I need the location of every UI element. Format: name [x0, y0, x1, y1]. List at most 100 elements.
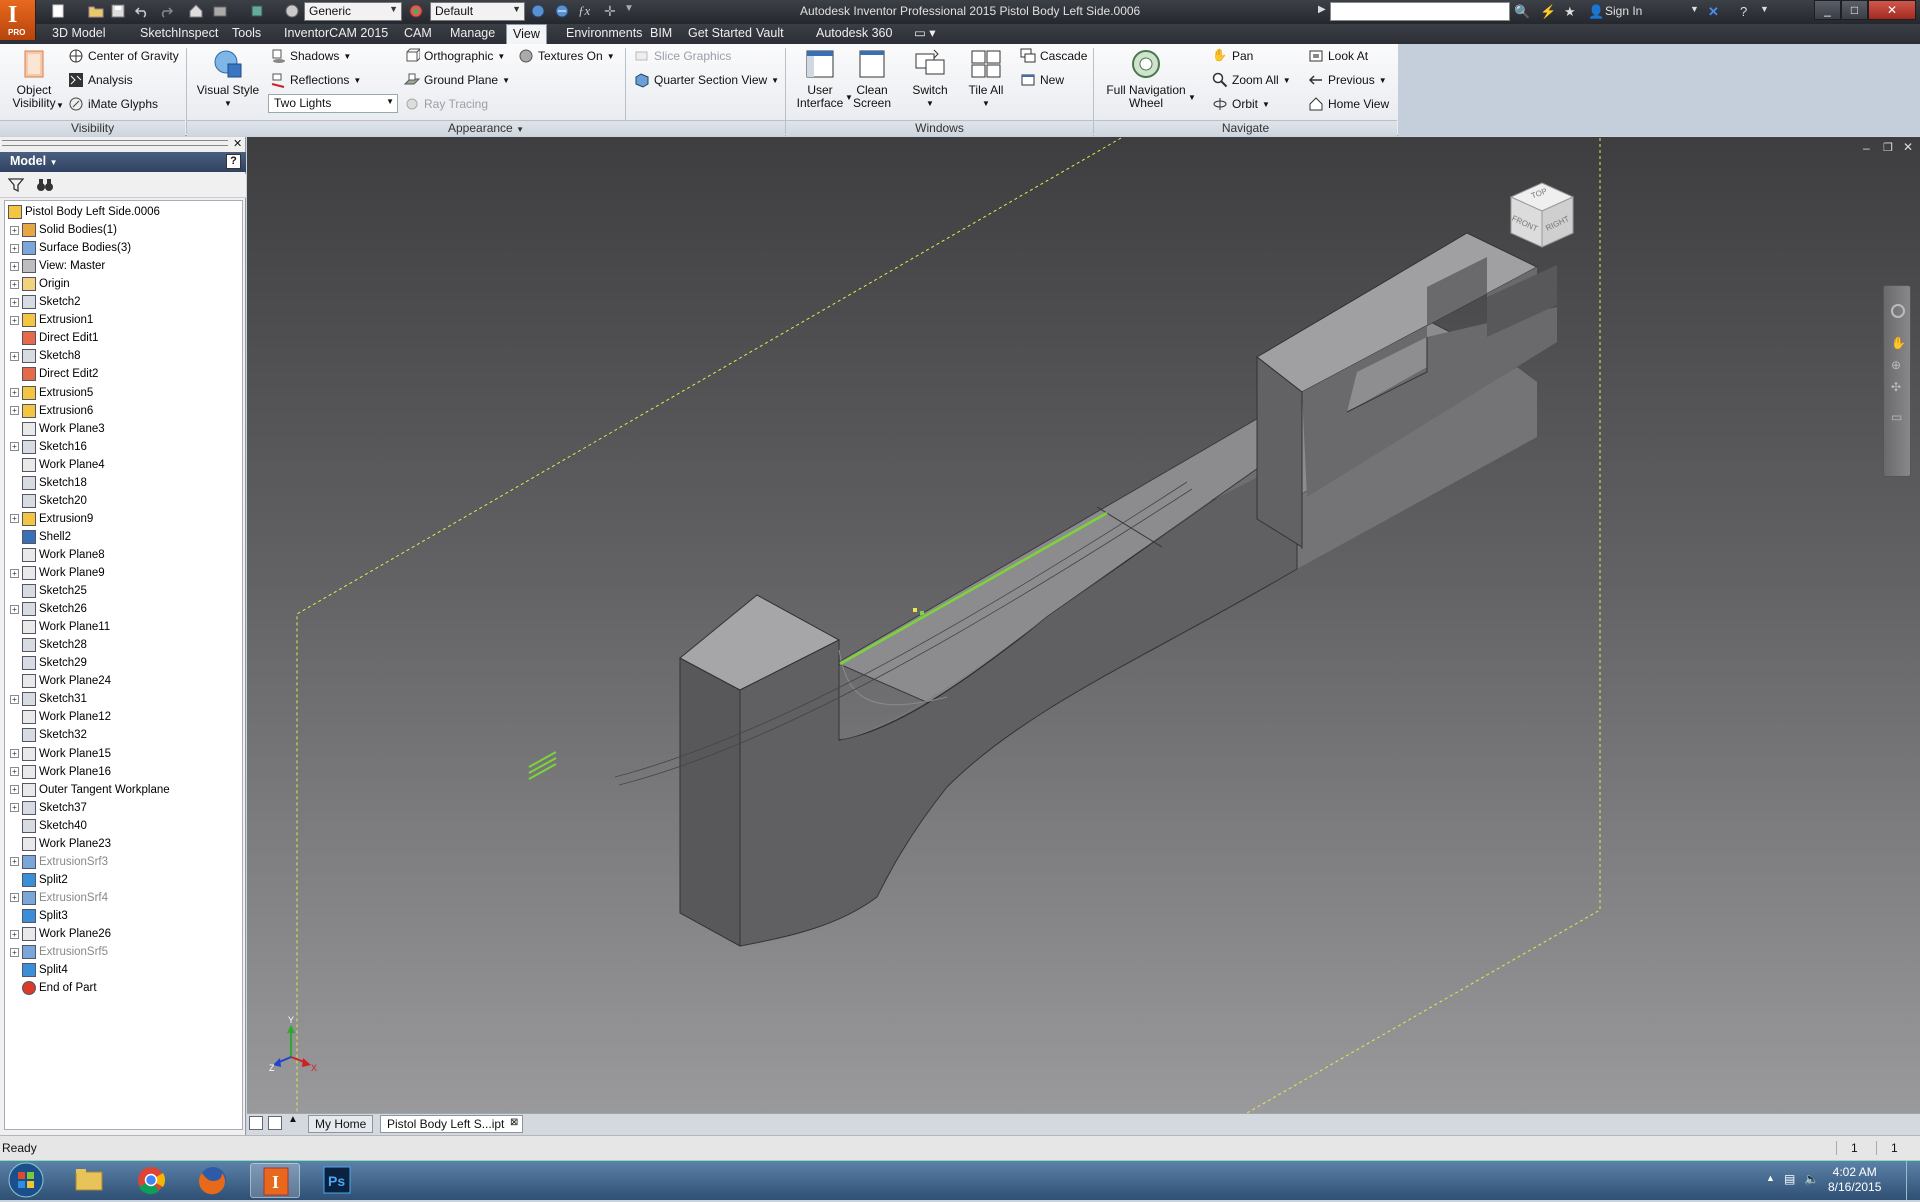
chrome-icon[interactable]: [126, 1163, 176, 1198]
home-icon[interactable]: [188, 3, 204, 19]
nav-pan-icon[interactable]: ✋: [1891, 336, 1906, 350]
expand-icon[interactable]: +: [10, 514, 19, 524]
cascade-windows-icon[interactable]: [268, 1116, 282, 1130]
tile-all-dropdown-icon[interactable]: ▼: [964, 97, 1008, 110]
tree-node[interactable]: Sketch28: [5, 636, 87, 654]
switch-dropdown-icon[interactable]: ▼: [910, 97, 950, 110]
sign-in-link[interactable]: Sign In: [1605, 4, 1642, 18]
expand-icon[interactable]: +: [10, 785, 19, 795]
help-dropdown-icon[interactable]: ▼: [1760, 4, 1769, 14]
tree-node[interactable]: Sketch40: [5, 817, 87, 835]
pan-button[interactable]: ✋ Pan: [1212, 46, 1253, 66]
previous-view-button[interactable]: Previous ▼: [1308, 70, 1387, 90]
tab-cam[interactable]: CAM: [398, 24, 438, 44]
tree-node[interactable]: Sketch29: [5, 654, 87, 672]
orthographic-button[interactable]: Orthographic ▼: [404, 46, 505, 66]
nav-orbit-icon[interactable]: ✣: [1891, 380, 1901, 394]
explorer-icon[interactable]: [64, 1163, 114, 1198]
user-interface-button[interactable]: User Interface: [794, 48, 846, 110]
tile-windows-icon[interactable]: [249, 1116, 263, 1130]
search-expand-icon[interactable]: ▶: [1318, 4, 1326, 15]
center-of-gravity-button[interactable]: Center of Gravity: [68, 46, 179, 66]
firefox-icon[interactable]: [188, 1163, 238, 1198]
minimize-button[interactable]: _: [1814, 0, 1841, 20]
tab-3d-model[interactable]: 3D Model: [46, 24, 112, 44]
redo-icon[interactable]: [158, 3, 174, 19]
tree-node[interactable]: + Solid Bodies(1): [5, 221, 117, 239]
return-icon[interactable]: [212, 3, 228, 19]
tab-close-icon[interactable]: ⊠: [510, 1117, 518, 1128]
visual-style-button[interactable]: Visual Style ▼: [192, 48, 264, 110]
tree-node[interactable]: + Sketch26: [5, 600, 87, 618]
color-icon[interactable]: [284, 3, 300, 19]
tree-node[interactable]: Direct Edit2: [5, 365, 98, 383]
tree-node[interactable]: Work Plane4: [5, 456, 105, 474]
expand-icon[interactable]: +: [10, 406, 19, 416]
tree-node[interactable]: + ExtrusionSrf5: [5, 943, 108, 961]
photoshop-icon[interactable]: Ps: [312, 1163, 362, 1198]
sign-in-dropdown-icon[interactable]: ▼: [1690, 4, 1699, 14]
tree-node[interactable]: + Sketch37: [5, 799, 87, 817]
expand-icon[interactable]: +: [10, 947, 19, 957]
tree-node[interactable]: Pistol Body Left Side.0006: [5, 203, 160, 221]
viewport-close-icon[interactable]: ✕: [1903, 140, 1913, 154]
show-desktop-button[interactable]: [1906, 1161, 1920, 1200]
clean-screen-button[interactable]: Clean Screen: [852, 48, 892, 110]
open-icon[interactable]: [88, 3, 104, 19]
tree-node[interactable]: Work Plane3: [5, 420, 105, 438]
expand-icon[interactable]: +: [10, 388, 19, 397]
tree-node[interactable]: + Extrusion9: [5, 510, 93, 528]
expand-icon[interactable]: +: [10, 604, 19, 614]
expand-icon[interactable]: +: [10, 568, 19, 578]
inventor-icon[interactable]: I: [250, 1163, 300, 1198]
switch-button[interactable]: Switch ▼: [910, 48, 950, 110]
tree-node[interactable]: + ExtrusionSrf3: [5, 853, 108, 871]
tree-node[interactable]: End of Part: [5, 979, 97, 997]
tab-pistol-body-document[interactable]: Pistol Body Left S...ipt ⊠: [380, 1115, 524, 1133]
expand-icon[interactable]: +: [10, 694, 19, 704]
tree-node[interactable]: Split2: [5, 871, 68, 889]
expand-icon[interactable]: +: [10, 442, 19, 452]
cascade-button[interactable]: Cascade: [1020, 46, 1087, 66]
graphics-viewport[interactable]: TOP FRONT RIGHT – ❐ ✕ ✋ ⊕ ✣ ▭ Y X Z: [247, 137, 1920, 1113]
ray-tracing-button[interactable]: Ray Tracing: [404, 94, 488, 114]
browser-header[interactable]: Model ▼: [0, 152, 246, 172]
system-clock[interactable]: 4:02 AM 8/16/2015: [1828, 1165, 1881, 1195]
tree-node[interactable]: Work Plane12: [5, 708, 111, 726]
expand-icon[interactable]: +: [10, 225, 19, 235]
navigation-wheel-dropdown-icon[interactable]: ▼: [1188, 93, 1196, 102]
tree-node[interactable]: Work Plane11: [5, 618, 110, 636]
tree-node[interactable]: + Outer Tangent Workplane: [5, 781, 170, 799]
tab-bim[interactable]: BIM: [644, 24, 678, 44]
object-visibility-button[interactable]: Object Visibility: [8, 48, 60, 110]
lighting-style-combo[interactable]: Two Lights ▼: [268, 94, 398, 113]
pistol-body-model[interactable]: [614, 232, 1557, 947]
tree-node[interactable]: + Sketch8: [5, 347, 81, 365]
help-link-icon[interactable]: ⚡: [1540, 4, 1556, 20]
expand-icon[interactable]: +: [10, 279, 19, 289]
nav-look-at-icon[interactable]: ▭: [1891, 410, 1902, 424]
viewcube[interactable]: TOP FRONT RIGHT: [1507, 181, 1577, 251]
home-view-button[interactable]: Home View: [1308, 94, 1389, 114]
tree-node[interactable]: Sketch25: [5, 582, 87, 600]
tree-node[interactable]: Split3: [5, 907, 68, 925]
reflections-button[interactable]: Reflections ▼: [270, 70, 361, 90]
browser-help-icon[interactable]: ?: [226, 154, 241, 169]
fx-icon[interactable]: ƒx: [578, 3, 594, 19]
appearance-combo[interactable]: Default ▼: [430, 2, 525, 21]
tree-node[interactable]: + Surface Bodies(3): [5, 239, 131, 257]
tree-node[interactable]: + Extrusion5: [5, 384, 93, 402]
tree-node[interactable]: + ExtrusionSrf4: [5, 889, 108, 907]
expand-icon[interactable]: +: [10, 351, 19, 361]
tree-node[interactable]: Split4: [5, 961, 68, 979]
tile-all-button[interactable]: Tile All ▼: [964, 48, 1008, 110]
ground-plane-button[interactable]: Ground Plane ▼: [403, 70, 510, 90]
tree-node[interactable]: Direct Edit1: [5, 329, 98, 347]
select-icon[interactable]: [250, 3, 266, 19]
tab-list-icon[interactable]: ▲: [288, 1114, 298, 1125]
expand-icon[interactable]: +: [10, 243, 19, 253]
help-search-input[interactable]: [1330, 2, 1510, 21]
tab-tools[interactable]: Tools: [226, 24, 267, 44]
steering-wheel-icon[interactable]: [1891, 304, 1905, 318]
restore-button[interactable]: □: [1841, 0, 1868, 20]
